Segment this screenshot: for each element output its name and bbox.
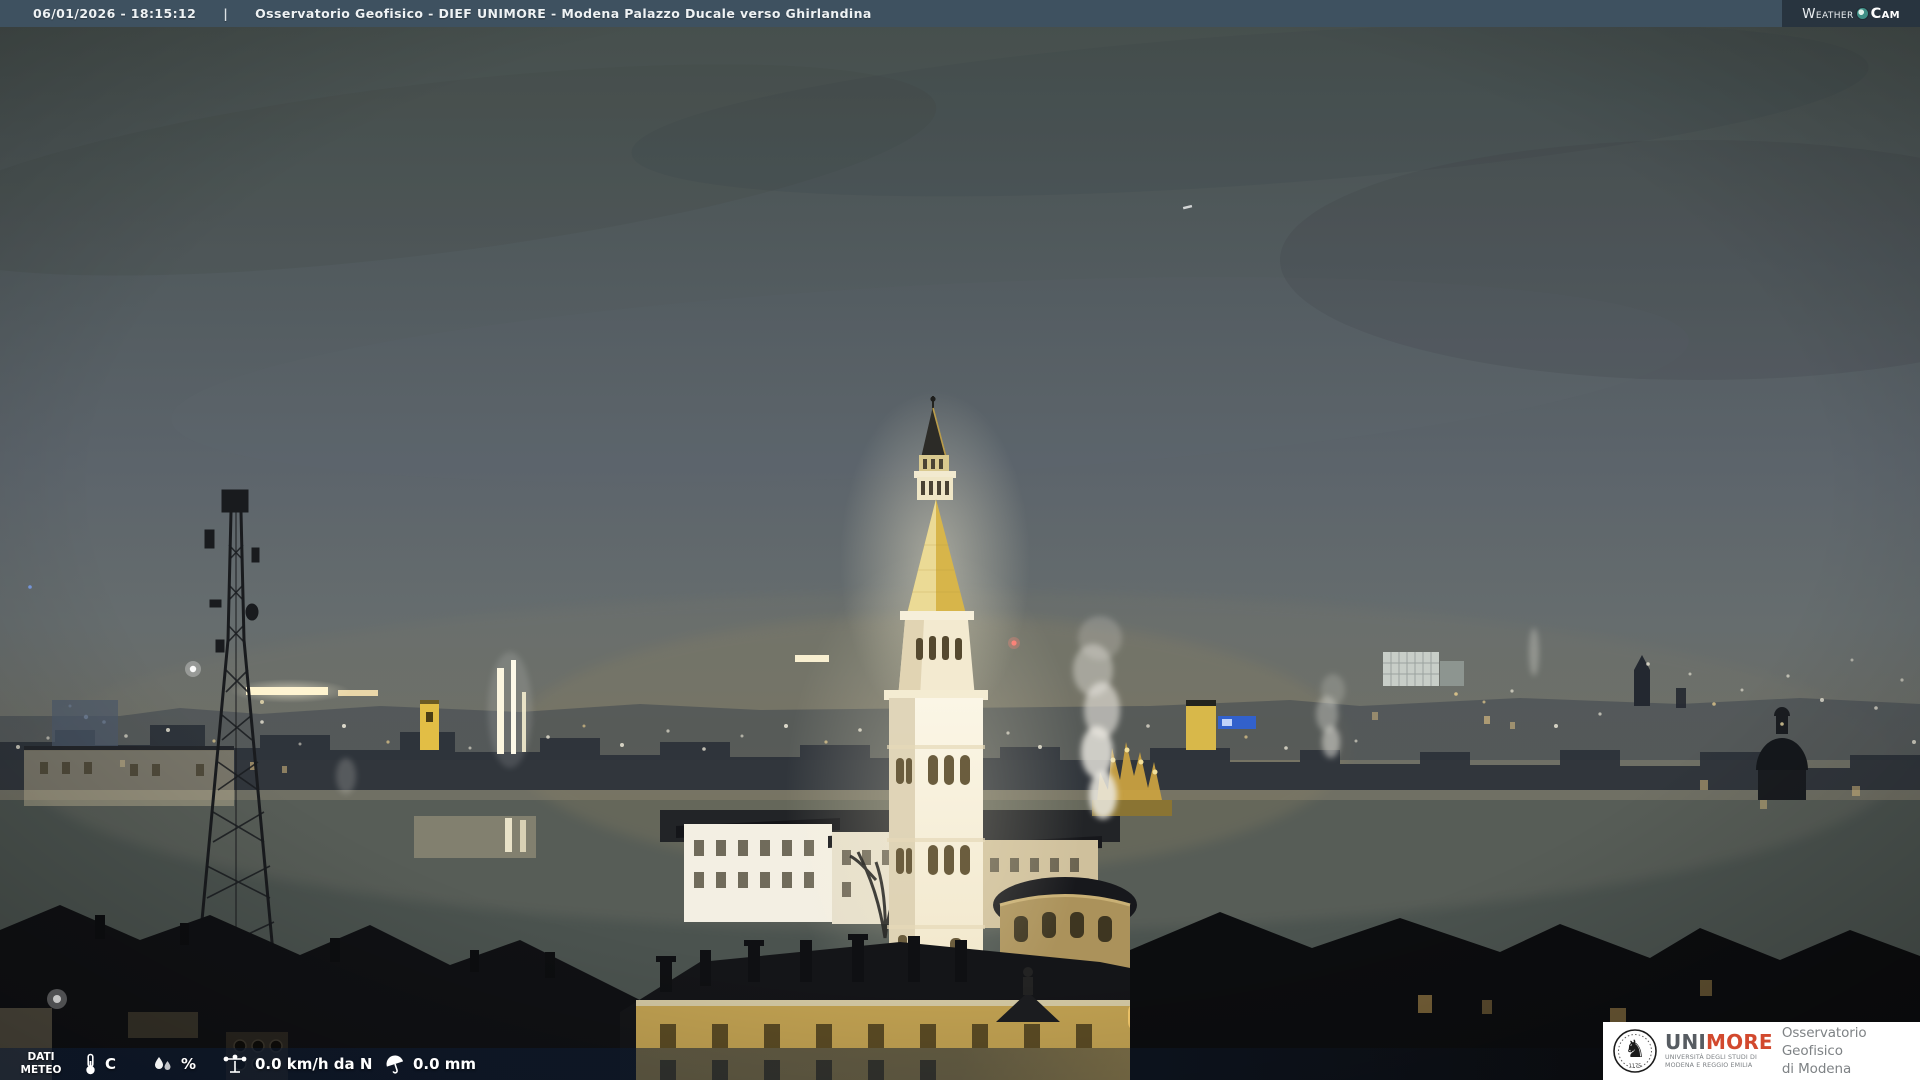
weathercam-label-weather: Weather <box>1802 5 1854 22</box>
header-bar: 06/01/2026 - 18:15:12 | Osservatorio Geo… <box>0 0 1920 27</box>
wind-reading: 0.0 km/h da N <box>222 1048 372 1080</box>
unimore-wordmark-block: UNIMORE UNIVERSITÀ DEGLI STUDI DI MODENA… <box>1665 1032 1773 1070</box>
camera-lens-icon <box>1856 8 1868 19</box>
webcam-photo <box>0 0 1920 1080</box>
unimore-branding[interactable]: ♞ 1175 UNIMORE UNIVERSITÀ DEGLI STUDI DI… <box>1603 1022 1920 1080</box>
rain-reading: 0.0 mm <box>384 1048 476 1080</box>
unimore-more: MORE <box>1706 1029 1773 1054</box>
thermometer-icon <box>82 1053 98 1075</box>
weathercam-logo[interactable]: Weather Cam <box>1782 0 1920 27</box>
knight-on-horse-icon: ♞ <box>1624 1035 1646 1063</box>
water-drops-icon <box>152 1054 174 1074</box>
temperature-unit: C <box>105 1055 117 1073</box>
timestamp: 06/01/2026 - 18:15:12 <box>33 6 197 21</box>
webcam-viewer: 06/01/2026 - 18:15:12 | Osservatorio Geo… <box>0 0 1920 1080</box>
university-line1: UNIVERSITÀ DEGLI STUDI DI <box>1665 1053 1758 1061</box>
unimore-uni: UNI <box>1665 1029 1707 1054</box>
rain-value: 0.0 mm <box>413 1055 477 1073</box>
humidity-unit: % <box>181 1055 197 1073</box>
humidity-reading: % <box>152 1048 196 1080</box>
page-title: Osservatorio Geofisico - DIEF UNIMORE - … <box>255 6 872 21</box>
separator: | <box>223 6 229 21</box>
observatory-label: Osservatorio Geofisico di Modena <box>1781 1024 1867 1078</box>
dati-meteo-label: DATI METEO <box>20 1051 62 1077</box>
weathercam-label-cam: Cam <box>1870 5 1900 22</box>
temperature-reading: C <box>82 1048 116 1080</box>
university-line2: MODENA E REGGIO EMILIA <box>1665 1062 1753 1069</box>
seal-year: 1175 <box>1629 1064 1642 1070</box>
anemometer-icon <box>222 1053 248 1075</box>
umbrella-icon <box>384 1053 406 1075</box>
unimore-seal-icon: ♞ 1175 <box>1613 1029 1657 1073</box>
wind-value: 0.0 km/h da N <box>255 1055 373 1073</box>
